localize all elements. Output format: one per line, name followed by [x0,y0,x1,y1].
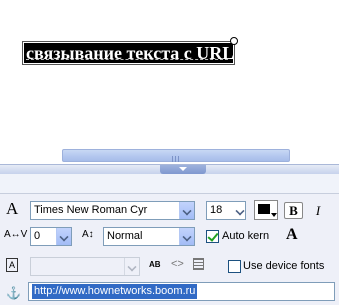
html-tags-icon[interactable]: <> [171,258,184,270]
scrollbar-thumb[interactable] [62,149,290,162]
use-device-fonts-label: Use device fonts [243,260,325,272]
baseline-select[interactable]: Normal [103,227,195,246]
chevron-down-icon[interactable] [179,228,194,245]
letter-spacing-input[interactable]: 0 [30,227,72,246]
triangle-down-icon [271,213,277,217]
resize-handle[interactable] [230,37,238,45]
link-underline [26,59,228,60]
baseline-value: Normal [107,230,143,242]
scrollbar-grip-icon [172,153,182,162]
baseline-icon: A↕ [82,229,94,240]
auto-kern-checkbox[interactable] [206,230,219,243]
auto-kern-tool-icon[interactable]: A [286,226,298,244]
letter-spacing-value: 0 [34,230,41,242]
text-tool-icon: A [6,199,19,218]
property-inspector: A Times New Roman Cyr 18 B I A↔V 0 A↕ No… [0,194,339,305]
stage-canvas[interactable]: связывание текста с URL [0,0,339,150]
url-input[interactable]: http://www.hownetworks.boom.ru [28,282,335,301]
italic-button[interactable]: I [311,202,325,219]
chevron-down-icon[interactable] [233,202,245,219]
chevron-down-icon[interactable] [179,202,194,219]
text-object[interactable]: связывание текста с URL [22,41,235,65]
text-object-content[interactable]: связывание текста с URL [24,43,233,63]
auto-kern-label: Auto kern [222,230,270,242]
font-size-value: 18 [210,204,223,216]
fill-color-swatch[interactable] [254,200,278,220]
panel-collapse-bar[interactable] [0,164,339,174]
chevron-down-icon[interactable] [56,228,71,245]
text-type-icon: A [6,258,18,272]
use-device-fonts-checkbox[interactable] [228,260,241,273]
letter-spacing-icon: A↔V [4,229,28,240]
bold-button[interactable]: B [284,202,303,219]
font-family-select[interactable]: Times New Roman Cyr [30,201,195,220]
font-size-select[interactable]: 18 [206,201,246,220]
horizontal-scrollbar[interactable] [0,148,339,162]
border-icon[interactable] [193,258,204,270]
text-options-select [30,257,140,276]
collapse-arrow-icon[interactable] [160,165,206,174]
chevron-down-icon [124,258,139,275]
font-family-value: Times New Roman Cyr [34,204,148,216]
panel-titlebar [0,174,339,194]
fill-color-box [258,204,270,214]
selectable-text-icon[interactable]: AB [149,260,161,269]
url-value[interactable]: http://www.hownetworks.boom.ru [32,284,198,299]
link-icon: ⚓ [6,286,21,300]
